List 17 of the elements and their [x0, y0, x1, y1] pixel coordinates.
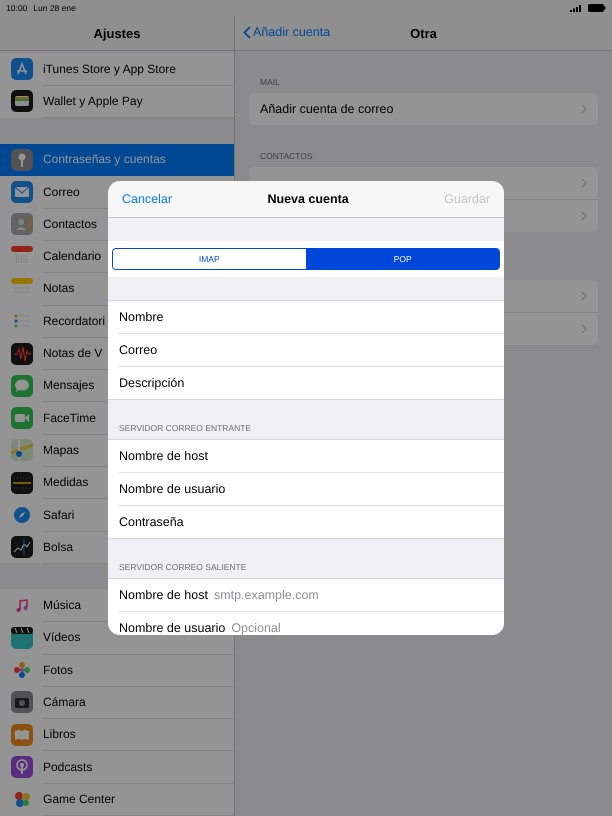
field-label: Descripción	[119, 376, 184, 390]
page-title: Otra	[410, 26, 437, 40]
section-header: SERVIDOR CORREO SALIENTE	[119, 562, 246, 572]
dialog-title: Nueva cuenta	[266, 192, 350, 206]
status-time: 10:00	[6, 3, 28, 13]
field-label: Nombre de usuario	[119, 621, 226, 635]
field-label: Nombre de host	[119, 449, 208, 463]
section-header: CONTACTOS	[260, 151, 313, 161]
section-header: MAIL	[260, 77, 280, 87]
field-label: Nombre	[119, 310, 164, 324]
field-label: Contraseña	[119, 515, 184, 529]
field-label: Correo	[119, 343, 158, 357]
field-label: Nombre de host	[119, 588, 208, 602]
status-date: Lun 28 ene	[33, 3, 76, 13]
field-label: Nombre de usuario	[119, 482, 226, 496]
sidebar-title: Ajustes	[94, 26, 140, 40]
section-header: SERVIDOR CORREO ENTRANTE	[119, 423, 252, 433]
